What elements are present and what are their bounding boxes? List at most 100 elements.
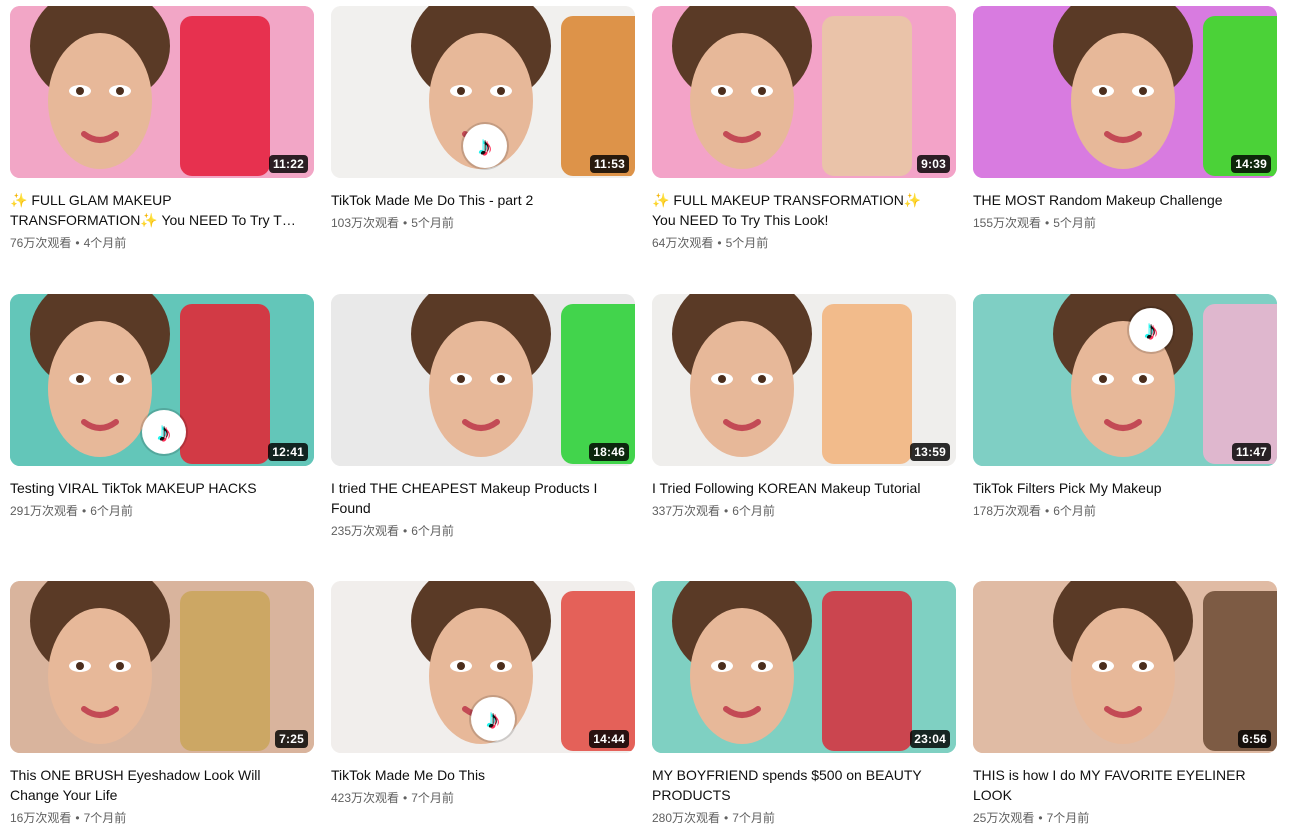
video-title[interactable]: THIS is how I do MY FAVORITE EYELINER LO…	[973, 765, 1263, 805]
video-thumbnail[interactable]: 13:59	[652, 294, 956, 466]
tiktok-logo-icon: ♪	[471, 697, 515, 741]
thumbnail-image	[10, 581, 314, 753]
video-duration-badge: 14:44	[589, 730, 629, 748]
video-card[interactable]: ♪ 11:53 TikTok Made Me Do This - part 2 103…	[331, 6, 635, 232]
video-card[interactable]: ♪ 14:44 TikTok Made Me Do This 423万次观看 • 7个月前	[331, 581, 635, 807]
video-title[interactable]: TikTok Made Me Do This	[331, 765, 621, 785]
video-thumbnail[interactable]: ♪ 11:47	[973, 294, 1277, 466]
video-thumbnail[interactable]: ♪ 14:44	[331, 581, 635, 753]
upload-age: 6个月前	[1053, 504, 1096, 518]
upload-age: 5个月前	[411, 216, 454, 230]
video-title[interactable]: This ONE BRUSH Eyeshadow Look Will Chang…	[10, 765, 300, 805]
video-title[interactable]: TikTok Made Me Do This - part 2	[331, 190, 621, 210]
upload-age: 7个月前	[732, 811, 775, 825]
video-card[interactable]: ♪ 12:41 Testing VIRAL TikTok MAKEUP HACKS 2…	[10, 294, 314, 520]
upload-age: 7个月前	[1046, 811, 1090, 825]
video-duration-badge: 11:47	[1231, 443, 1271, 461]
video-card[interactable]: ♪ 11:47 TikTok Filters Pick My Makeup 178万次…	[973, 294, 1277, 520]
video-duration-badge: 9:03	[917, 155, 950, 173]
video-metadata: 337万次观看 • 6个月前	[652, 502, 956, 520]
video-title[interactable]: ✨ FULL MAKEUP TRANSFORMATION✨ You NEED T…	[652, 190, 942, 230]
thumbnail-image	[331, 294, 635, 466]
video-thumbnail[interactable]: ♪ 12:41	[10, 294, 314, 466]
meta-separator: •	[75, 811, 80, 825]
tiktok-logo-icon: ♪	[1129, 308, 1173, 352]
view-count: 16万次观看	[10, 811, 72, 825]
video-duration-badge: 11:53	[589, 155, 629, 173]
meta-separator: •	[1045, 216, 1050, 230]
upload-age: 7个月前	[411, 791, 454, 805]
meta-separator: •	[717, 236, 722, 250]
video-card[interactable]: 7:25 This ONE BRUSH Eyeshadow Look Will C…	[10, 581, 314, 827]
view-count: 423万次观看	[331, 791, 400, 805]
thumbnail-image	[973, 6, 1277, 178]
video-duration-badge: 18:46	[589, 443, 629, 461]
video-thumbnail[interactable]: 7:25	[10, 581, 314, 753]
video-metadata: 291万次观看 • 6个月前	[10, 502, 314, 520]
video-title[interactable]: MY BOYFRIEND spends $500 on BEAUTY PRODU…	[652, 765, 942, 805]
video-metadata: 235万次观看 • 6个月前	[331, 522, 635, 540]
video-metadata: 16万次观看 • 7个月前	[10, 809, 314, 827]
meta-separator: •	[75, 236, 80, 250]
view-count: 64万次观看	[652, 236, 714, 250]
video-title[interactable]: I tried THE CHEAPEST Makeup Products I F…	[331, 478, 621, 518]
video-thumbnail[interactable]: ♪ 11:53	[331, 6, 635, 178]
video-thumbnail[interactable]: 18:46	[331, 294, 635, 466]
video-duration-badge: 14:39	[1231, 155, 1271, 173]
thumbnail-image	[652, 6, 956, 178]
video-title[interactable]: I Tried Following KOREAN Makeup Tutorial	[652, 478, 942, 498]
video-title[interactable]: THE MOST Random Makeup Challenge	[973, 190, 1263, 210]
video-duration-badge: 13:59	[910, 443, 950, 461]
video-card[interactable]: 23:04 MY BOYFRIEND spends $500 on BEAUTY …	[652, 581, 956, 827]
video-metadata: 64万次观看 • 5个月前	[652, 234, 956, 252]
view-count: 337万次观看	[652, 504, 721, 518]
video-metadata: 25万次观看 • 7个月前	[973, 809, 1277, 827]
video-title[interactable]: Testing VIRAL TikTok MAKEUP HACKS	[10, 478, 300, 498]
view-count: 103万次观看	[331, 216, 400, 230]
view-count: 178万次观看	[973, 504, 1042, 518]
meta-separator: •	[82, 504, 87, 518]
meta-separator: •	[724, 504, 729, 518]
video-thumbnail[interactable]: 23:04	[652, 581, 956, 753]
thumbnail-image	[652, 294, 956, 466]
upload-age: 6个月前	[732, 504, 775, 518]
thumbnail-image	[652, 581, 956, 753]
video-card[interactable]: 11:22 ✨ FULL GLAM MAKEUP TRANSFORMATION✨ …	[10, 6, 314, 252]
video-thumbnail[interactable]: 11:22	[10, 6, 314, 178]
video-grid: 11:22 ✨ FULL GLAM MAKEUP TRANSFORMATION✨ …	[10, 6, 1277, 837]
thumbnail-image	[973, 294, 1277, 466]
video-card[interactable]: 18:46 I tried THE CHEAPEST Makeup Product…	[331, 294, 635, 540]
video-metadata: 280万次观看 • 7个月前	[652, 809, 956, 827]
video-card[interactable]: 6:56 THIS is how I do MY FAVORITE EYELINE…	[973, 581, 1277, 827]
video-duration-badge: 7:25	[275, 730, 308, 748]
video-title[interactable]: TikTok Filters Pick My Makeup	[973, 478, 1263, 498]
tiktok-logo-icon: ♪	[142, 410, 186, 454]
view-count: 155万次观看	[973, 216, 1042, 230]
video-thumbnail[interactable]: 6:56	[973, 581, 1277, 753]
view-count: 280万次观看	[652, 811, 721, 825]
upload-age: 5个月前	[725, 236, 769, 250]
thumbnail-image	[973, 581, 1277, 753]
video-title[interactable]: ✨ FULL GLAM MAKEUP TRANSFORMATION✨ You N…	[10, 190, 300, 230]
video-card[interactable]: 13:59 I Tried Following KOREAN Makeup Tut…	[652, 294, 956, 520]
upload-age: 6个月前	[411, 524, 454, 538]
meta-separator: •	[403, 216, 408, 230]
tiktok-logo-icon: ♪	[463, 124, 507, 168]
meta-separator: •	[1038, 811, 1043, 825]
video-duration-badge: 6:56	[1238, 730, 1271, 748]
upload-age: 5个月前	[1053, 216, 1096, 230]
video-thumbnail[interactable]: 14:39	[973, 6, 1277, 178]
upload-age: 6个月前	[90, 504, 133, 518]
meta-separator: •	[403, 524, 408, 538]
view-count: 76万次观看	[10, 236, 72, 250]
video-card[interactable]: 9:03 ✨ FULL MAKEUP TRANSFORMATION✨ You NE…	[652, 6, 956, 252]
meta-separator: •	[724, 811, 729, 825]
video-duration-badge: 23:04	[910, 730, 950, 748]
video-card[interactable]: 14:39 THE MOST Random Makeup Challenge 155…	[973, 6, 1277, 232]
video-metadata: 155万次观看 • 5个月前	[973, 214, 1277, 232]
video-metadata: 423万次观看 • 7个月前	[331, 789, 635, 807]
video-thumbnail[interactable]: 9:03	[652, 6, 956, 178]
upload-age: 7个月前	[83, 811, 127, 825]
video-metadata: 103万次观看 • 5个月前	[331, 214, 635, 232]
video-metadata: 178万次观看 • 6个月前	[973, 502, 1277, 520]
